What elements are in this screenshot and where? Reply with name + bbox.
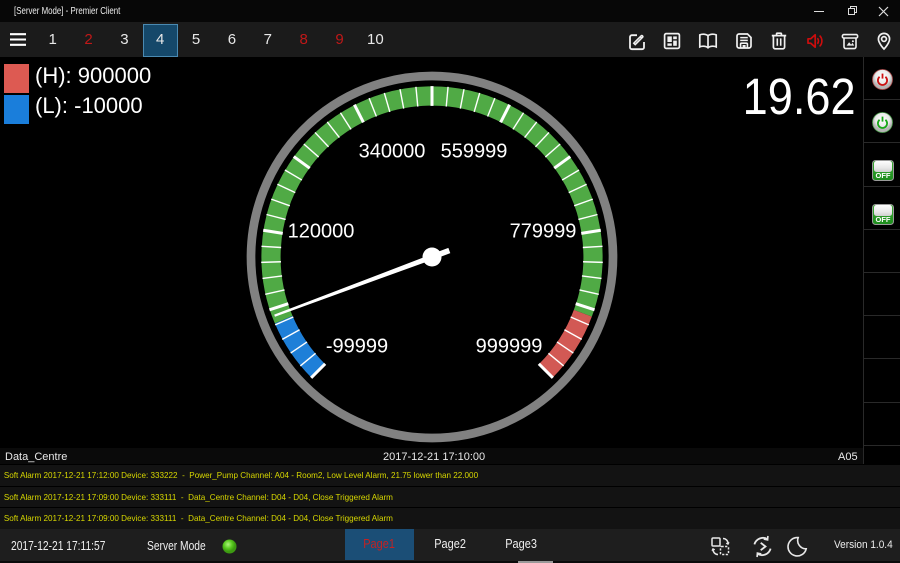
- svg-text:OFF: OFF: [876, 171, 891, 180]
- svg-text:OFF: OFF: [876, 215, 891, 224]
